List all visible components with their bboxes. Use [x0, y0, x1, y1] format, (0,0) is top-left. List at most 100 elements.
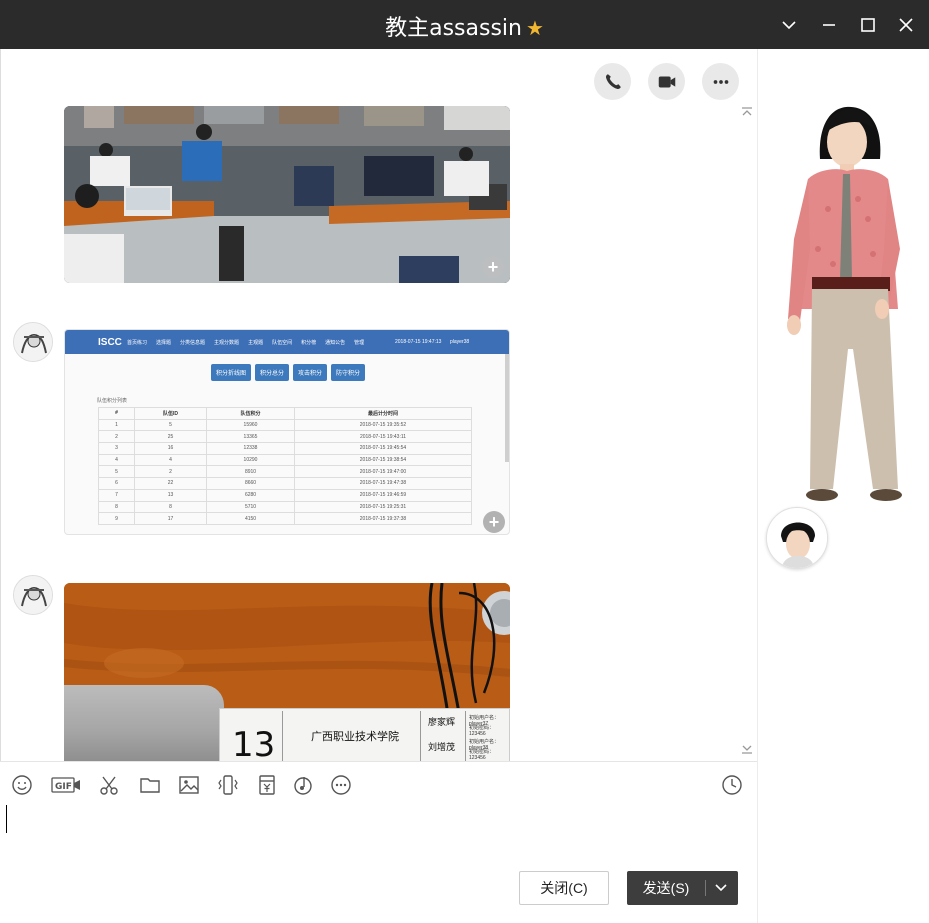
scissors-icon: [100, 776, 118, 795]
dropdown-button[interactable]: [776, 12, 802, 38]
table-cell: 2018-07-15 19:46:59: [294, 488, 472, 502]
photo-message-label[interactable]: 13 广西职业技术学院 廖家辉 刘增茂 初始用户名：player37 初始密码：…: [64, 583, 510, 761]
minimize-button[interactable]: [816, 12, 842, 38]
chat-window: 教主assassin ★ + ISCC 首页练习 选择题 分类信息题 主观分数题…: [0, 0, 929, 923]
video-call-button[interactable]: [648, 63, 685, 100]
table-row: 1 5 15960 2018-07-15 19:35:52: [98, 418, 472, 432]
zoom-icon[interactable]: +: [482, 256, 504, 278]
table-cell: 1: [98, 418, 135, 432]
table-row: 9 17 4150 2018-07-15 19:37:38: [98, 512, 472, 525]
table-cell: 13: [134, 488, 207, 502]
emoji-button[interactable]: [9, 772, 35, 798]
site-nav-item: 主观题: [248, 340, 264, 346]
scroll-bottom-icon[interactable]: [741, 743, 753, 757]
table-cell: 8910: [206, 465, 295, 479]
chevron-down-icon: [782, 21, 796, 30]
table-cell: 25: [134, 430, 207, 444]
site-button: 攻击积分: [293, 364, 328, 381]
input-toolbar: GIF: [0, 761, 757, 805]
vibrate-icon: [218, 775, 238, 795]
site-caption: 队伍积分列表: [97, 398, 128, 404]
chat-actions: [594, 63, 739, 100]
table-cell: 4: [134, 453, 207, 467]
screenshot-message-scoreboard[interactable]: ISCC 首页练习 选择题 分类信息题 主观分数题 主观题 队伍空间 积分榜 通…: [64, 329, 510, 535]
avatar[interactable]: [13, 322, 53, 362]
team-label-card: 13 广西职业技术学院 廖家辉 刘增茂 初始用户名：player37 初始密码：…: [219, 708, 510, 761]
table-cell: 2: [98, 430, 135, 444]
contact-side-panel: [757, 49, 929, 923]
table-cell: 2018-07-15 19:45:54: [294, 442, 472, 455]
avatar-figure: [787, 106, 902, 501]
table-cell: 10290: [206, 453, 295, 467]
site-nav-item: 积分榜: [301, 340, 317, 346]
table-cell: 5: [98, 465, 135, 479]
close-button[interactable]: 关闭(C): [519, 871, 609, 905]
table-cell: 2018-07-15 19:43:11: [294, 430, 472, 444]
site-nav-item: 分类信息题: [180, 340, 206, 346]
history-button[interactable]: [719, 772, 745, 798]
table-cell: 2: [134, 465, 207, 479]
site-nav-item: 管理: [354, 340, 365, 346]
send-button[interactable]: 发送(S): [627, 871, 738, 905]
voice-call-button[interactable]: [594, 63, 631, 100]
table-cell: 6: [98, 477, 135, 490]
table-cell: 4: [98, 453, 135, 467]
table-cell: 12338: [206, 442, 295, 455]
table-cell: 5: [134, 418, 207, 432]
site-time: 2018-07-15 19:47:13: [395, 339, 442, 345]
text-caret: [6, 805, 7, 833]
table-row: 5 2 8910 2018-07-15 19:47:00: [98, 465, 472, 479]
message-area[interactable]: + ISCC 首页练习 选择题 分类信息题 主观分数题 主观题 队伍空间 积分榜…: [0, 49, 757, 761]
gif-icon: GIF: [51, 777, 80, 793]
title-bar: 教主assassin ★: [0, 0, 929, 49]
shake-button[interactable]: [215, 772, 241, 798]
table-header: 最后计分时间: [294, 407, 472, 420]
more-dots-icon: [713, 79, 728, 84]
table-row: 6 22 8660 2018-07-15 19:47:38: [98, 477, 472, 490]
table-cell: 22: [134, 477, 207, 490]
table-row: 8 8 5710 2018-07-15 19:25:31: [98, 500, 472, 514]
image-button[interactable]: [176, 772, 202, 798]
red-packet-button[interactable]: [254, 772, 280, 798]
site-nav-item: 通知公告: [325, 340, 346, 346]
message-input[interactable]: [0, 805, 757, 867]
avatar[interactable]: [13, 575, 53, 615]
send-separator: [705, 880, 706, 896]
table-header: #: [98, 407, 135, 420]
table-cell: 2018-07-15 19:37:38: [294, 512, 472, 525]
table-cell: 7: [98, 488, 135, 502]
close-window-button[interactable]: [893, 12, 919, 38]
close-icon: [899, 18, 913, 32]
avatar-thumbnail[interactable]: [766, 507, 828, 569]
more-tools-button[interactable]: [328, 772, 354, 798]
photo-message-room[interactable]: +: [64, 106, 510, 283]
table-row: 4 4 10290 2018-07-15 19:38:54: [98, 453, 472, 467]
school-name: 广西职业技术学院: [311, 731, 399, 743]
table-cell: 5710: [206, 500, 295, 514]
image-icon: [179, 776, 199, 794]
screenshot-button[interactable]: [96, 772, 122, 798]
table-cell: 9: [98, 512, 135, 525]
table-header: 队伍ID: [134, 407, 207, 420]
member-name: 刘增茂: [428, 742, 456, 752]
maximize-button[interactable]: [855, 12, 881, 38]
file-button[interactable]: [137, 772, 163, 798]
table-cell: 6280: [206, 488, 295, 502]
site-nav-item: 队伍空间: [272, 340, 293, 346]
table-cell: 16: [134, 442, 207, 455]
scroll-top-icon[interactable]: [741, 106, 753, 120]
emoji-icon: [12, 775, 32, 795]
star-icon: ★: [525, 16, 544, 40]
send-label: 发送(S): [642, 880, 690, 896]
site-nav-item: 首页练习: [127, 340, 148, 346]
gif-button[interactable]: GIF: [50, 772, 82, 798]
table-row: 2 25 13365 2018-07-15 19:43:11: [98, 430, 472, 444]
more-options-button[interactable]: [702, 63, 739, 100]
zoom-icon[interactable]: +: [483, 511, 505, 533]
table-cell: 2018-07-15 19:25:31: [294, 500, 472, 514]
site-header: ISCC 首页练习 选择题 分类信息题 主观分数题 主观题 队伍空间 积分榜 通…: [65, 330, 509, 354]
chevron-down-icon[interactable]: [711, 879, 731, 897]
maximize-icon: [861, 18, 875, 32]
minimize-icon: [823, 24, 835, 26]
music-button[interactable]: [290, 772, 316, 798]
